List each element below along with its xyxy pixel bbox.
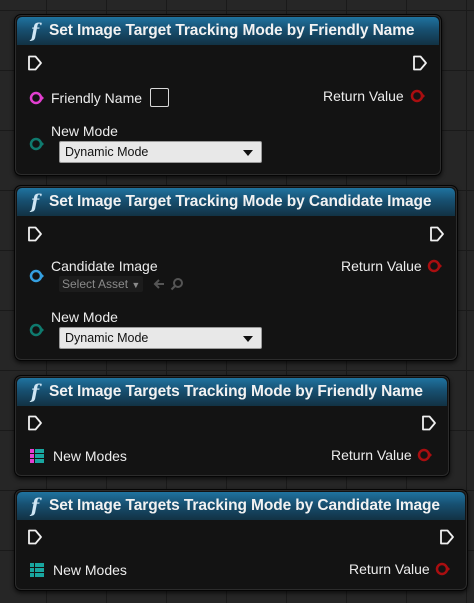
chevron-down-icon [243,336,253,342]
node-header[interactable]: f Set Image Targets Tracking Mode by Can… [17,492,465,520]
chevron-down-icon [243,150,253,156]
new-mode-dropdown[interactable]: Dynamic Mode [59,141,262,163]
new-mode-label: New Mode [51,309,118,325]
node-header[interactable]: f Set Image Target Tracking Mode by Cand… [17,188,455,216]
use-selected-arrow-icon[interactable] [152,277,166,291]
exec-out-icon[interactable] [429,226,445,242]
node-header[interactable]: f Set Image Targets Tracking Mode by Fri… [17,378,447,406]
node-title: Set Image Targets Tracking Mode by Frien… [49,383,423,400]
node-title: Set Image Target Tracking Mode by Candid… [49,193,432,210]
exec-out-icon[interactable] [439,529,455,545]
string-pin-icon[interactable] [29,90,45,106]
return-value-label: Return Value [349,561,430,577]
return-pin-icon[interactable] [417,447,433,463]
new-modes-label: New Modes [53,562,127,578]
return-value-label: Return Value [331,447,412,463]
select-asset-dropdown[interactable]: Select Asset ▼ [59,276,144,292]
array-pin-icon[interactable] [29,562,45,578]
exec-in-icon[interactable] [27,55,43,71]
enum-pin-icon[interactable] [29,136,45,152]
friendly-name-label: Friendly Name [51,90,143,106]
function-icon: f [30,495,40,517]
candidate-image-label: Candidate Image [51,258,158,274]
asset-placeholder: Select Asset [62,277,129,291]
node-header[interactable]: f Set Image Target Tracking Mode by Frie… [17,17,439,45]
exec-out-icon[interactable] [412,55,428,71]
exec-in-icon[interactable] [27,226,43,242]
return-pin-icon[interactable] [435,561,451,577]
node-title: Set Image Targets Tracking Mode by Candi… [49,497,440,514]
function-icon: f [30,191,40,213]
node-set-tracking-mode-by-candidate-image[interactable]: f Set Image Target Tracking Mode by Cand… [14,185,458,361]
chevron-down-icon: ▼ [131,280,141,290]
return-pin-icon[interactable] [427,258,443,274]
enum-pin-icon[interactable] [29,322,45,338]
new-mode-label: New Mode [51,123,118,139]
dropdown-value: Dynamic Mode [65,331,149,345]
node-set-targets-tracking-mode-by-friendly-name[interactable]: f Set Image Targets Tracking Mode by Fri… [14,375,450,477]
return-pin-icon[interactable] [410,88,426,104]
new-mode-dropdown[interactable]: Dynamic Mode [59,327,262,349]
friendly-name-checkbox[interactable] [150,88,169,107]
node-set-targets-tracking-mode-by-candidate-image[interactable]: f Set Image Targets Tracking Mode by Can… [14,489,468,591]
exec-out-icon[interactable] [421,415,437,431]
exec-in-icon[interactable] [27,529,43,545]
browse-search-icon[interactable] [170,277,184,291]
return-value-label: Return Value [323,88,404,104]
new-modes-label: New Modes [53,448,127,464]
array-pin-icon[interactable] [29,448,45,464]
exec-in-icon[interactable] [27,415,43,431]
object-pin-icon[interactable] [29,268,45,284]
node-title: Set Image Target Tracking Mode by Friend… [49,22,415,39]
function-icon: f [30,20,40,42]
function-icon: f [30,381,40,403]
return-value-label: Return Value [341,258,422,274]
node-set-tracking-mode-by-friendly-name[interactable]: f Set Image Target Tracking Mode by Frie… [14,14,442,176]
dropdown-value: Dynamic Mode [65,145,149,159]
